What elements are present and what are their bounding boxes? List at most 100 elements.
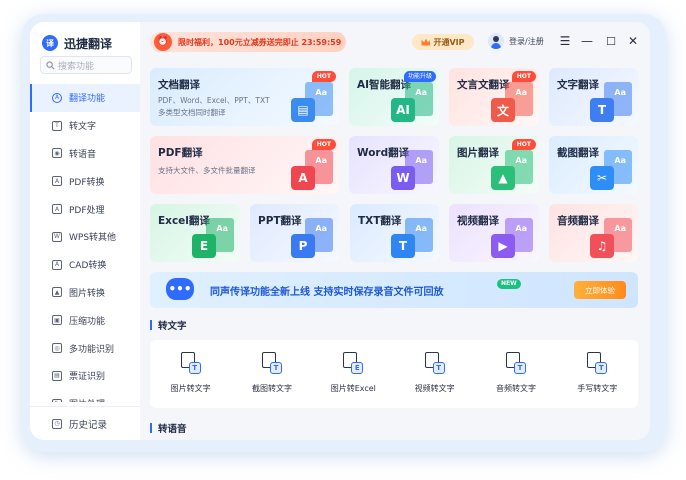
- vip-button[interactable]: 开通VIP: [412, 34, 474, 50]
- translate-card[interactable]: 音频翻译 Aa ♫: [549, 204, 638, 262]
- app-logo: 译 迅捷翻译: [42, 34, 112, 52]
- tool-icon-glyph: T: [595, 362, 608, 374]
- tool-label: 截图转文字: [251, 384, 292, 393]
- aa-glyph: Aa: [415, 224, 427, 233]
- card-illustration-icon: Aa ▶: [487, 218, 533, 258]
- card-glyph-icon: ♫: [590, 234, 614, 258]
- translate-card[interactable]: 截图翻译 Aa ✂: [549, 136, 638, 194]
- sidebar-item[interactable]: A 翻译功能: [30, 84, 140, 112]
- sidebar-item[interactable]: W WPS转其他: [30, 223, 140, 251]
- try-now-button[interactable]: 立即体验: [574, 281, 626, 299]
- avatar: [488, 33, 504, 49]
- card-illustration-icon: Aa AI: [387, 82, 433, 122]
- sidebar-item-label: WPS转其他: [69, 233, 117, 244]
- translate-card[interactable]: 文言文翻译 HOT Aa 文: [449, 68, 539, 126]
- new-badge: NEW: [497, 279, 521, 289]
- aa-glyph: Aa: [216, 224, 228, 233]
- translate-card[interactable]: AI智能翻译 功能升级 Aa AI: [349, 68, 439, 126]
- card-illustration-icon: Aa A: [287, 150, 333, 190]
- sidebar-item-label: 压缩功能: [69, 316, 106, 327]
- sidebar-item[interactable]: ◎ 多功能识别: [30, 334, 140, 362]
- menu-icon[interactable]: ☰: [558, 34, 572, 48]
- card-illustration-icon: Aa T: [387, 218, 433, 258]
- card-illustration-icon: Aa W: [387, 150, 433, 190]
- sidebar-nav: A 翻译功能 T 转文字 ◉ 转语音 A PDF转换 A PDF处理 W WPS转其他 A CAD转换 ▲ 图…: [30, 84, 140, 402]
- card-glyph-icon: P: [291, 234, 315, 258]
- tool-item[interactable]: T 手写转文字: [557, 340, 638, 408]
- section-speech-to-text: 转文字: [150, 318, 187, 332]
- card-glyph-icon: T: [590, 98, 614, 122]
- login-label: 登录/注册: [509, 36, 544, 46]
- maximize-icon[interactable]: ☐: [604, 34, 618, 48]
- sidebar-item-label: 转文字: [69, 122, 97, 133]
- tool-label: 手写转文字: [577, 384, 618, 393]
- section-text-to-speech: 转语音: [150, 421, 187, 435]
- sidebar-item[interactable]: ▤ 票证识别: [30, 362, 140, 390]
- search-icon: [46, 60, 55, 69]
- search-input[interactable]: 搜索功能: [40, 56, 132, 74]
- sidebar-item[interactable]: A PDF转换: [30, 167, 140, 195]
- translate-card[interactable]: 图片翻译 HOT Aa ▲: [449, 136, 539, 194]
- crown-icon: [421, 38, 431, 46]
- translate-card[interactable]: PPT翻译 Aa P: [250, 204, 339, 262]
- feature-banner[interactable]: ••• 同声传译功能全新上线 支持实时保存录音文件可回放 NEW 立即体验: [150, 272, 638, 308]
- video-to-text-icon: T: [424, 352, 445, 374]
- sidebar-item[interactable]: A PDF处理: [30, 195, 140, 223]
- card-glyph-icon: 文: [491, 98, 515, 122]
- translate-card[interactable]: 文字翻译 Aa T: [549, 68, 638, 126]
- history-button[interactable]: ◷ 历史记录: [30, 406, 140, 440]
- login-button[interactable]: 登录/注册: [488, 33, 544, 49]
- section-title: 转文字: [158, 321, 187, 332]
- sidebar-item[interactable]: ◉ 转语音: [30, 140, 140, 168]
- tool-icon-glyph: E: [351, 362, 364, 374]
- app-name: 迅捷翻译: [64, 36, 113, 51]
- tool-item[interactable]: E 图片转Excel: [313, 340, 394, 408]
- sidebar-item[interactable]: ▣ 压缩功能: [30, 306, 140, 334]
- translate-card[interactable]: Word翻译 Aa W: [349, 136, 439, 194]
- hot-badge: HOT: [511, 71, 536, 82]
- image-to-excel-icon: E: [343, 352, 364, 374]
- card-illustration-icon: Aa ▲: [487, 150, 533, 190]
- card-title: PDF翻译: [158, 147, 203, 159]
- card-glyph-icon: T: [391, 234, 415, 258]
- sidebar-item-label: CAD转换: [69, 261, 107, 272]
- card-description: 多类型文档同时翻译: [158, 108, 226, 117]
- tool-item[interactable]: T 图片转文字: [150, 340, 231, 408]
- sidebar-item-label: 图片处理: [69, 397, 105, 402]
- promo-banner[interactable]: ⏰ 限时福利，100元立减券送完即止 23:59:59: [150, 32, 346, 52]
- tool-item[interactable]: T 视频转文字: [394, 340, 475, 408]
- translate-card[interactable]: 视频翻译 Aa ▶: [449, 204, 539, 262]
- card-description: 支持大文件、多文件批量翻译: [158, 166, 256, 175]
- voice-icon: ◉: [52, 148, 62, 159]
- app-window: 译 迅捷翻译 搜索功能 A 翻译功能 T 转文字 ◉ 转语音 A PDF转换 A PDF处理 W WP…: [30, 22, 650, 440]
- tool-label: 视频转文字: [414, 384, 455, 393]
- card-glyph-icon: ▲: [491, 166, 515, 190]
- card-glyph-icon: ▶: [491, 234, 515, 258]
- aa-glyph: Aa: [315, 156, 327, 165]
- hot-badge: HOT: [311, 139, 336, 150]
- card-illustration-icon: Aa T: [586, 82, 632, 122]
- tool-icon-glyph: T: [269, 362, 282, 374]
- tool-item[interactable]: T 截图转文字: [231, 340, 312, 408]
- cad-icon: A: [52, 259, 62, 270]
- card-illustration-icon: Aa ✂: [586, 150, 632, 190]
- history-icon: ◷: [52, 418, 62, 429]
- image-process-icon: ✎: [52, 398, 62, 402]
- card-glyph-icon: A: [291, 166, 315, 190]
- card-illustration-icon: Aa 文: [487, 82, 533, 122]
- card-illustration-icon: Aa ▤: [287, 82, 333, 122]
- sidebar-item[interactable]: A CAD转换: [30, 251, 140, 279]
- translate-card[interactable]: TXT翻译 Aa T: [350, 204, 439, 262]
- minimize-icon[interactable]: —: [580, 34, 594, 48]
- sidebar-item[interactable]: ✎ 图片处理: [30, 390, 140, 402]
- sidebar-item[interactable]: ▲ 图片转换: [30, 279, 140, 307]
- translate-card[interactable]: 文档翻译 PDF、Word、Excel、PPT、TXT 多类型文档同时翻译 HOT Aa…: [150, 68, 339, 126]
- close-icon[interactable]: ✕: [626, 34, 640, 48]
- translate-card[interactable]: PDF翻译 支持大文件、多文件批量翻译 HOT Aa A: [150, 136, 339, 194]
- tool-item[interactable]: T 音频转文字: [475, 340, 556, 408]
- sidebar-item-label: 翻译功能: [69, 94, 106, 105]
- aa-glyph: Aa: [515, 224, 527, 233]
- translate-card[interactable]: Excel翻译 Aa E: [150, 204, 240, 262]
- card-glyph-icon: ✂: [590, 166, 614, 190]
- sidebar-item[interactable]: T 转文字: [30, 112, 140, 140]
